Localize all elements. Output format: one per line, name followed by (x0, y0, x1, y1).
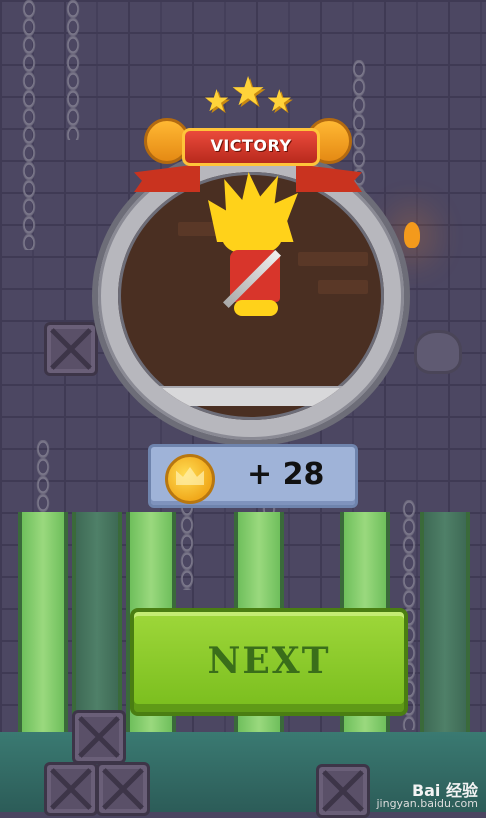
portal-floor (118, 386, 384, 406)
star-icon: ★ (203, 84, 231, 119)
crate (316, 764, 370, 818)
wall-brick (318, 280, 368, 294)
victory-banner: ★★★ VICTORY (134, 72, 362, 198)
victory-title: VICTORY (182, 128, 320, 166)
star-icon: ★ (265, 84, 293, 119)
wall-brick (298, 252, 368, 266)
skull-icon (414, 330, 462, 374)
watermark: Bai 经验 jingyan.baidu.com (376, 781, 478, 811)
star-rating: ★★★ (198, 72, 298, 128)
reward-panel: + 28 (148, 444, 358, 508)
watermark-brand: Bai 经验 (411, 781, 478, 800)
chain-decoration (22, 0, 36, 250)
crown-icon (176, 467, 204, 485)
torch-flame-icon (404, 222, 420, 248)
ribbon-right (296, 164, 362, 192)
crate (44, 322, 98, 376)
crate (72, 710, 126, 764)
watermark-url: jingyan.baidu.com (376, 797, 478, 810)
chain-decoration (66, 0, 80, 140)
crown-coin-icon (165, 454, 215, 504)
star-icon: ★ (230, 69, 266, 115)
hero-feet (234, 300, 278, 316)
crate (44, 762, 98, 816)
crate (96, 762, 150, 816)
ribbon-left (134, 164, 200, 192)
reward-amount: + 28 (247, 457, 325, 492)
next-button[interactable]: NEXT (130, 608, 408, 716)
